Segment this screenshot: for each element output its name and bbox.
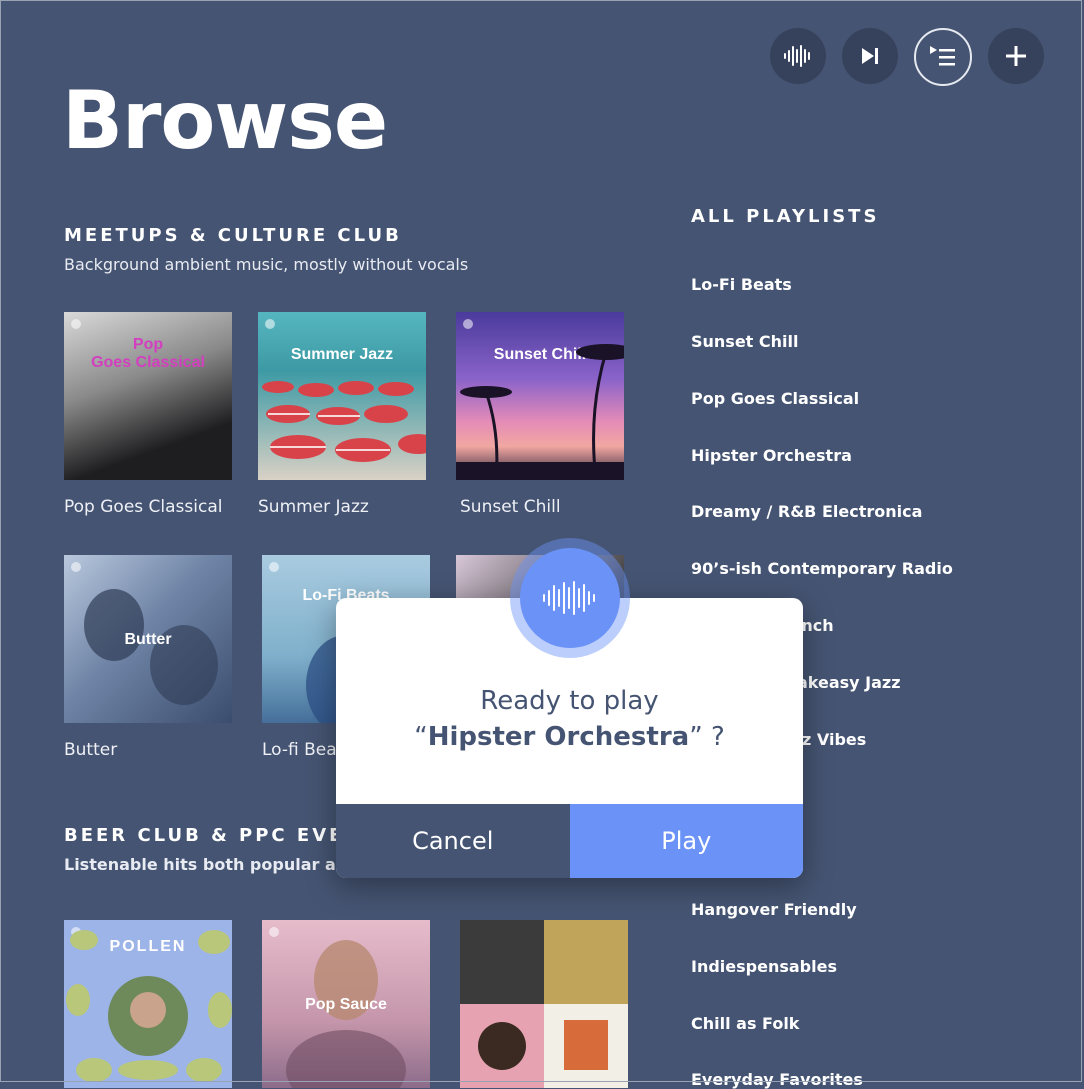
plus-icon [1006, 46, 1026, 66]
playlist-tile-pollen[interactable]: POLLEN [64, 920, 232, 1088]
collage-art [460, 920, 628, 1088]
palm-art [456, 344, 624, 480]
playlist-link[interactable]: Hangover Friendly [691, 900, 857, 919]
playlist-tile-pop-sauce[interactable]: Pop Sauce [262, 920, 430, 1088]
play-button[interactable]: Play [569, 804, 803, 878]
top-controls [770, 28, 1044, 86]
dialog-line-1: Ready to play [480, 686, 659, 716]
voice-button[interactable] [770, 28, 826, 84]
dialog-actions: Cancel Play [336, 804, 803, 878]
voice-waveform-icon [543, 581, 595, 615]
art-title: Pop Sauce [305, 996, 387, 1013]
voice-indicator [510, 538, 630, 658]
open-quote: “ [414, 722, 428, 752]
playlist-link[interactable]: Indiespensables [691, 957, 837, 976]
queue-icon [930, 46, 955, 66]
cancel-button[interactable]: Cancel [336, 804, 570, 878]
playlist-label[interactable]: Pop Goes Classical [64, 497, 222, 517]
playlist-link[interactable]: Dreamy / R&B Electronica [691, 502, 922, 521]
art-title: POLLEN [109, 938, 187, 955]
section-title: BEER CLUB & PPC EVEN [64, 825, 363, 846]
dialog-line-2: “Hipster Orchestra” ? [336, 722, 803, 752]
waveform-icon [784, 45, 810, 67]
art-title: Butter [124, 631, 172, 648]
playlist-link[interactable]: Pop Goes Classical [691, 389, 859, 408]
playlist-label[interactable]: Summer Jazz [258, 497, 369, 517]
playlist-label[interactable]: Sunset Chill [460, 497, 561, 517]
dialog-message: Ready to play “Hipster Orchestra” ? [336, 686, 803, 752]
close-quote: ” [689, 722, 703, 752]
spotify-logo [71, 319, 81, 329]
playlist-tile-collage[interactable] [460, 920, 628, 1088]
playlist-link[interactable]: 90’s-ish Contemporary Radio [691, 559, 953, 578]
umbrella-art [262, 381, 426, 462]
section-subtitle: Listenable hits both popular and n [64, 855, 376, 874]
playlist-label[interactable]: Butter [64, 740, 117, 760]
playlist-link[interactable]: Hipster Orchestra [691, 446, 852, 465]
skip-next-icon [862, 48, 878, 64]
section-title: MEETUPS & CULTURE CLUB [64, 225, 402, 246]
section-subtitle: Background ambient music, mostly without… [64, 255, 469, 274]
skip-next-button[interactable] [842, 28, 898, 84]
playlist-link[interactable]: Lo-Fi Beats [691, 275, 792, 294]
dialog-playlist-name: Hipster Orchestra [427, 722, 690, 752]
voice-indicator-core [520, 548, 620, 648]
page-title: Browse [62, 74, 388, 167]
playlist-link[interactable]: Sunset Chill [691, 332, 798, 351]
playlist-link[interactable]: Everyday Favorites [691, 1070, 863, 1089]
queue-button[interactable] [914, 28, 972, 86]
all-playlists-title: ALL PLAYLISTS [691, 206, 880, 227]
playlist-tile-sunset-chill[interactable]: Sunset Chill [456, 312, 624, 480]
question-mark: ? [710, 722, 725, 752]
playlist-tile-summer-jazz[interactable]: Summer Jazz [258, 312, 426, 480]
playlist-tile-butter[interactable]: Butter [64, 555, 232, 723]
playlist-link[interactable]: Chill as Folk [691, 1014, 799, 1033]
playlist-tile-pop-goes-classical[interactable]: Pop Goes Classical [64, 312, 232, 480]
playlist-label[interactable]: Lo-fi Bea [262, 740, 337, 760]
playlist-link[interactable]: z Vibes [802, 730, 866, 749]
playlist-link[interactable]: akeasy Jazz [797, 673, 901, 692]
art-title: Pop Goes Classical [91, 336, 205, 371]
add-button[interactable] [988, 28, 1044, 84]
